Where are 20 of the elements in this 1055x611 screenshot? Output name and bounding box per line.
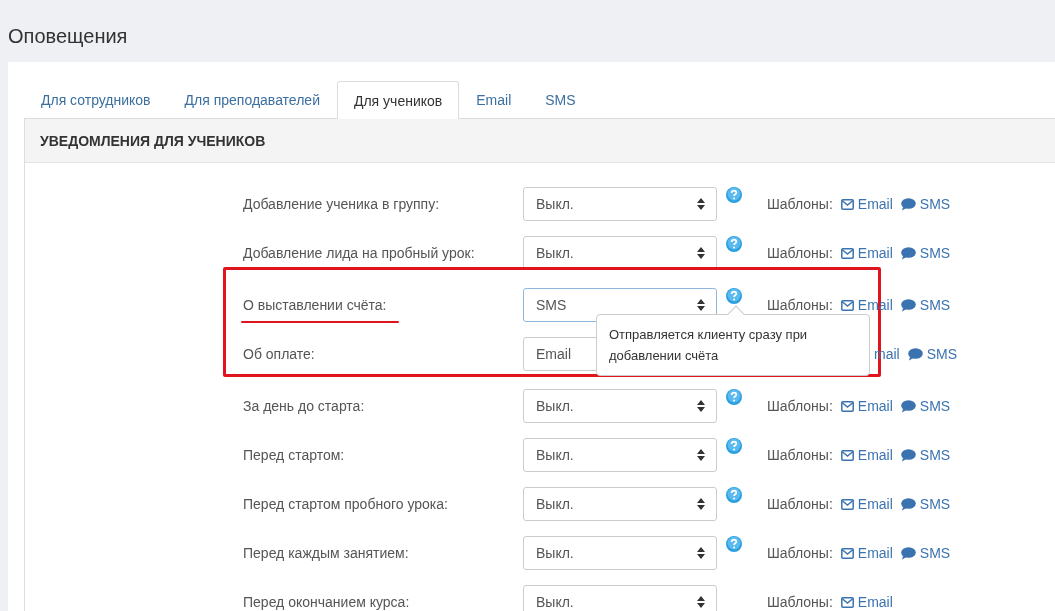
setting-label: О выставлении счёта: [243, 297, 387, 313]
setting-label: Перед стартом пробного урока: [243, 496, 448, 512]
templates-label: Шаблоны: [767, 447, 833, 463]
templates-label: Шаблоны: [767, 594, 833, 610]
setting-label: Добавление ученика в группу: [243, 196, 440, 212]
page-title: Оповещения [7, 24, 129, 49]
templates-label: Шаблоны: [767, 496, 833, 512]
setting-label: За день до старта: [243, 398, 365, 414]
templates-label: Шаблоны: [767, 196, 833, 212]
templates-label: Шаблоны: [767, 297, 833, 313]
setting-label: Об оплате: [243, 346, 315, 362]
setting-label: Перед окончанием курса: [243, 594, 410, 610]
setting-label: Перед каждым занятием: [243, 545, 409, 561]
templates-label: Шаблоны: [767, 245, 833, 261]
templates-label: Шаблоны: [767, 398, 833, 414]
templates-label: Шаблоны: [767, 545, 833, 561]
setting-label: Перед стартом: [243, 447, 345, 463]
setting-label: Добавление лида на пробный урок: [243, 245, 475, 261]
tooltip-text: Отправляется клиенту сразу при добавлении счёта [609, 327, 808, 363]
panel-title: УВЕДОМЛЕНИЯ ДЛЯ УЧЕНИКОВ [40, 132, 266, 149]
